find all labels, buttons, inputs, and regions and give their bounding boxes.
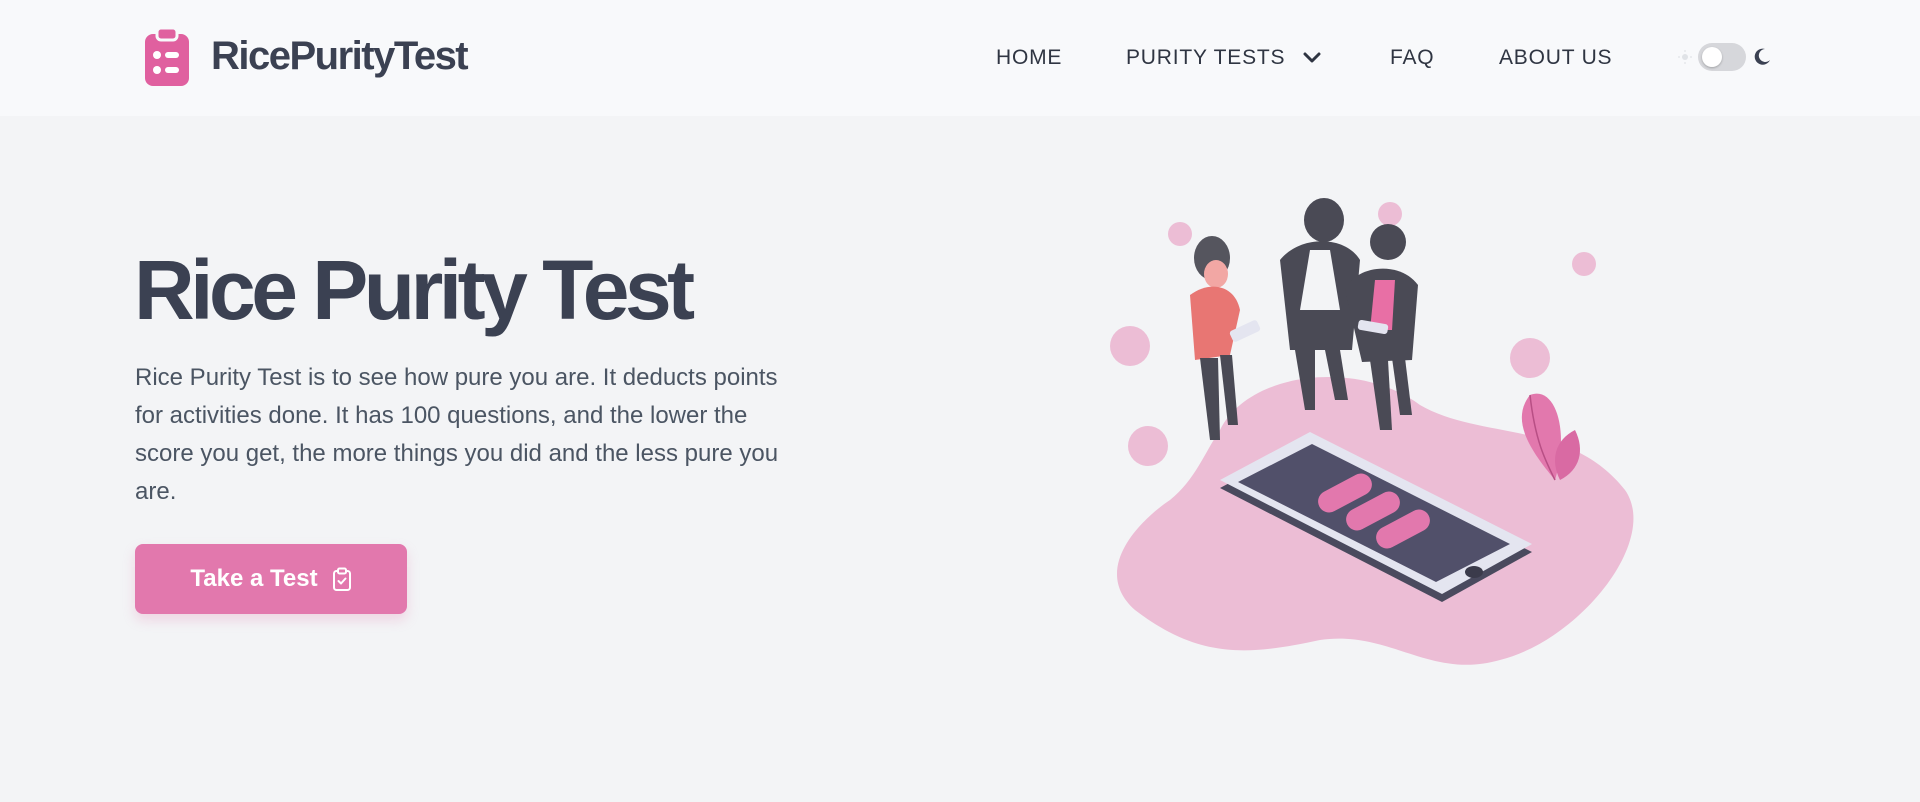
take-test-label: Take a Test — [190, 565, 318, 592]
sun-icon — [1678, 50, 1692, 64]
hero-description: Rice Purity Test is to see how pure you … — [135, 364, 779, 505]
theme-switch-knob — [1702, 47, 1722, 67]
moon-icon — [1754, 48, 1770, 65]
hero-illustration — [1110, 198, 1634, 665]
nav-purity-tests[interactable]: PURITY TESTS — [1126, 42, 1321, 74]
nav-about-us[interactable]: ABOUT US — [1499, 42, 1612, 74]
site-header: RicePurityTest HOME PURITY TESTS FAQ ABO… — [0, 0, 1920, 116]
nav-home[interactable]: HOME — [996, 42, 1062, 74]
take-test-button[interactable]: Take a Test — [135, 544, 407, 614]
clipboard-list-icon — [145, 26, 189, 86]
site-logo-link[interactable]: RicePurityTest — [145, 26, 469, 86]
nav-purity-tests-label: PURITY TESTS — [1126, 46, 1286, 69]
hero-title: Rice Purity Test — [134, 243, 695, 337]
theme-toggle — [1678, 42, 1782, 72]
chevron-down-icon — [1303, 52, 1321, 63]
clipboard-check-icon — [332, 567, 351, 591]
logo-text: RicePurityTest — [211, 33, 469, 78]
theme-switch[interactable] — [1698, 43, 1746, 71]
nav-faq[interactable]: FAQ — [1390, 42, 1434, 74]
